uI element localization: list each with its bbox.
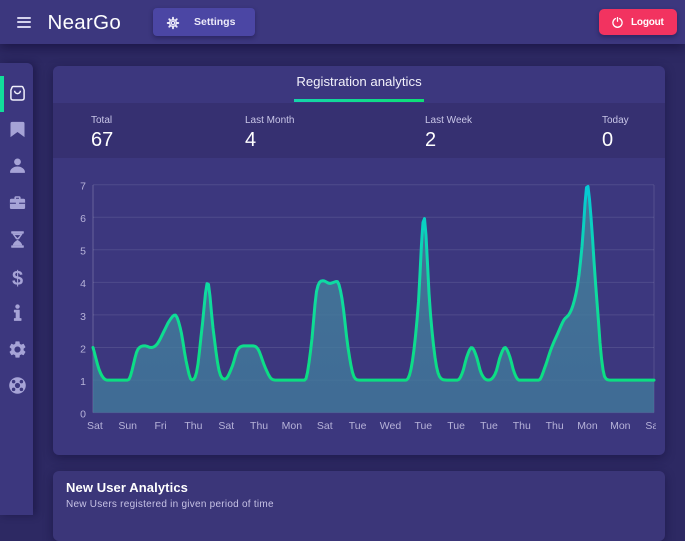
svg-text:Wed: Wed bbox=[380, 420, 402, 432]
svg-text:Tue: Tue bbox=[480, 420, 498, 432]
svg-text:1: 1 bbox=[80, 376, 86, 388]
svg-text:3: 3 bbox=[80, 311, 86, 323]
svg-text:Tue: Tue bbox=[414, 420, 432, 432]
svg-text:Sat: Sat bbox=[87, 420, 103, 432]
svg-text:Fri: Fri bbox=[154, 420, 166, 432]
svg-text:2: 2 bbox=[80, 343, 86, 355]
svg-text:Sun: Sun bbox=[118, 420, 137, 432]
svg-text:Sat: Sat bbox=[645, 420, 656, 432]
svg-text:Tue: Tue bbox=[349, 420, 367, 432]
svg-text:Mon: Mon bbox=[610, 420, 631, 432]
svg-text:4: 4 bbox=[80, 278, 86, 290]
svg-text:0: 0 bbox=[80, 408, 86, 420]
svg-text:Thu: Thu bbox=[184, 420, 202, 432]
svg-text:Sat: Sat bbox=[317, 420, 333, 432]
svg-text:$: $ bbox=[11, 268, 22, 287]
svg-text:Mon: Mon bbox=[282, 420, 303, 432]
svg-text:Mon: Mon bbox=[577, 420, 598, 432]
svg-text:7: 7 bbox=[80, 181, 86, 193]
svg-text:5: 5 bbox=[80, 246, 86, 258]
svg-text:Thu: Thu bbox=[250, 420, 268, 432]
svg-text:Thu: Thu bbox=[546, 420, 564, 432]
svg-text:6: 6 bbox=[80, 213, 86, 225]
svg-text:Sat: Sat bbox=[218, 420, 234, 432]
svg-text:Tue: Tue bbox=[447, 420, 465, 432]
svg-text:Thu: Thu bbox=[513, 420, 531, 432]
